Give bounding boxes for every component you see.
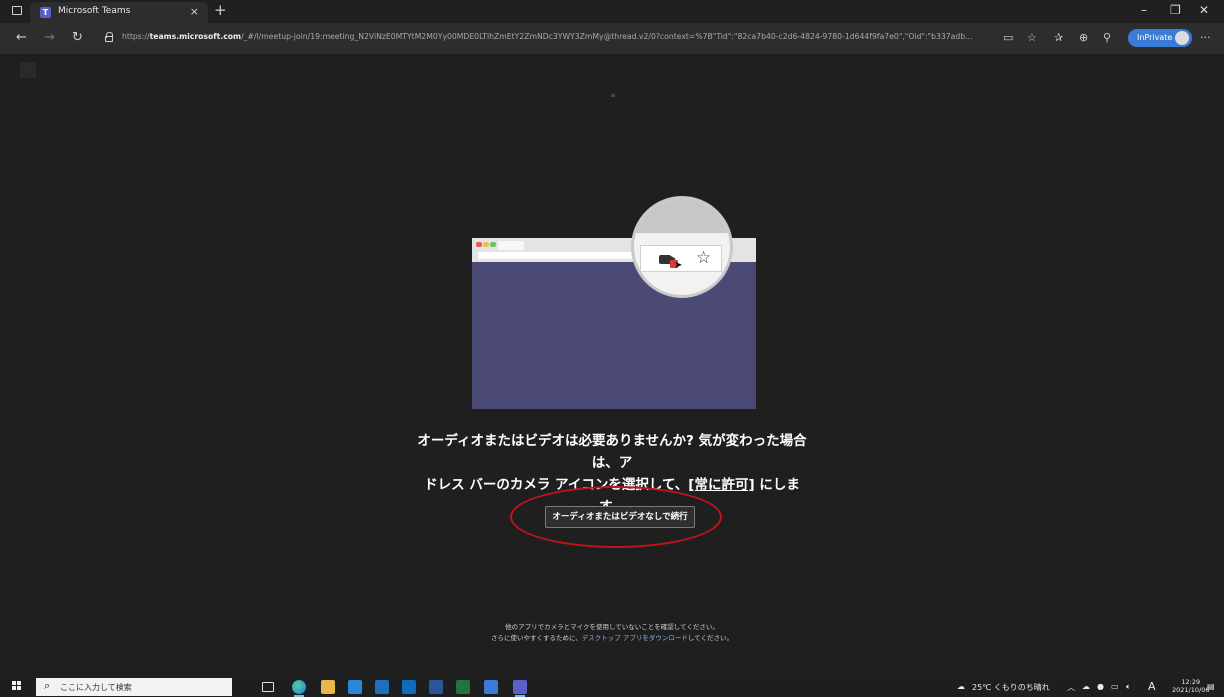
magnified-address-field: ➤ ☆ — [640, 245, 722, 272]
edge-icon[interactable] — [292, 680, 306, 697]
onedrive-icon[interactable]: ☁ — [1082, 682, 1090, 691]
weather-icon[interactable]: ☁ — [957, 682, 965, 691]
download-desktop-app-link[interactable]: デスクトップ アプリをダウンロード — [582, 634, 688, 642]
tab-microsoft-teams[interactable]: T Microsoft Teams × — [30, 2, 208, 23]
windows-start-icon[interactable] — [12, 681, 22, 691]
extensions-icon[interactable]: ⚲ — [1103, 31, 1111, 44]
close-window-button[interactable]: ✕ — [1199, 3, 1209, 17]
illustration-tab — [498, 241, 524, 250]
word-icon[interactable] — [429, 680, 443, 694]
footnote: 他のアプリでカメラとマイクを使用していないことを確認してください。 さらに使いや… — [490, 623, 733, 642]
weather-text[interactable]: 25℃ くもりのち晴れ — [972, 682, 1050, 693]
refresh-icon[interactable]: ↻ — [72, 30, 83, 45]
teams-page: ➤ ☆ オーディオまたはビデオは必要ありませんか? 気が変わった場合は、ア ドレ… — [8, 54, 1216, 652]
decorative-mark — [611, 94, 615, 97]
browser-titlebar: T Microsoft Teams × + – ❐ ✕ — [0, 0, 1224, 23]
ime-indicator[interactable]: A — [1148, 680, 1156, 693]
new-tab-button[interactable]: + — [214, 2, 227, 19]
permission-illustration: ➤ ☆ — [472, 194, 756, 409]
tab-title: Microsoft Teams — [58, 6, 131, 16]
minimize-button[interactable]: – — [1141, 3, 1147, 17]
store-icon[interactable] — [348, 680, 362, 694]
favorites-icon[interactable]: ✰ — [1054, 31, 1063, 44]
file-explorer-icon[interactable] — [321, 680, 335, 694]
search-placeholder: ここに入力して検索 — [60, 683, 132, 692]
url-text: https://teams.microsoft.com/_#/l/meetup-… — [122, 32, 973, 41]
collections-icon[interactable]: ⊕ — [1079, 31, 1088, 44]
search-icon: ⌕ — [44, 679, 51, 692]
dreamweaver-icon[interactable] — [484, 680, 498, 694]
immersive-reader-icon[interactable]: ▭ — [1003, 31, 1013, 44]
outlook-icon[interactable] — [402, 680, 416, 694]
windows-taskbar: ⌕ ここに入力して検索 ☁ 25℃ くもりのち晴れ ︿ ☁ ● ▭ 🔈︎ A 1… — [0, 677, 1224, 697]
magnifier-circle: ➤ ☆ — [631, 196, 733, 298]
lock-icon[interactable] — [105, 32, 113, 42]
browser-toolbar: ← → ↻ https://teams.microsoft.com/_#/l/m… — [0, 23, 1224, 54]
excel-icon[interactable] — [456, 680, 470, 694]
teams-icon[interactable] — [513, 680, 527, 697]
teams-favicon-icon: T — [40, 7, 51, 18]
tab-actions-icon[interactable] — [12, 6, 22, 15]
cursor-icon: ➤ — [674, 260, 683, 271]
task-view-icon[interactable] — [262, 682, 274, 692]
volume-icon[interactable]: 🔈︎ — [1126, 682, 1131, 692]
star-icon: ☆ — [696, 248, 712, 268]
corner-placeholder — [20, 62, 36, 78]
taskbar-search-box[interactable]: ⌕ ここに入力して検索 — [36, 678, 232, 696]
inprivate-button[interactable]: InPrivate — [1128, 29, 1192, 47]
taskbar-clock[interactable]: 12:29 2021/10/06 — [1172, 678, 1209, 694]
continue-without-audio-video-button[interactable]: オーディオまたはビデオなしで続行 — [545, 506, 695, 528]
microphone-icon[interactable]: ● — [1097, 682, 1104, 691]
back-arrow-icon[interactable]: ← — [16, 30, 27, 45]
tray-expand-icon[interactable]: ︿ — [1067, 682, 1075, 693]
restore-button[interactable]: ❐ — [1170, 3, 1181, 17]
more-menu-icon[interactable]: ··· — [1200, 31, 1211, 44]
forward-arrow-icon[interactable]: → — [44, 30, 55, 45]
address-bar[interactable]: https://teams.microsoft.com/_#/l/meetup-… — [100, 28, 1000, 49]
network-icon[interactable]: ▭ — [1111, 682, 1119, 691]
mail-icon[interactable] — [375, 680, 389, 694]
inprivate-label: InPrivate — [1137, 33, 1173, 42]
permission-message: オーディオまたはビデオは必要ありませんか? 気が変わった場合は、ア ドレス バー… — [417, 433, 807, 515]
profile-avatar-icon — [1175, 31, 1189, 45]
always-allow-text: [常に許可] — [688, 477, 755, 493]
notification-icon[interactable]: ▤ — [1207, 682, 1215, 691]
tab-close-icon[interactable]: × — [190, 5, 199, 18]
add-favorite-icon[interactable]: ☆ — [1027, 31, 1037, 44]
window-dots-icon — [476, 242, 482, 247]
